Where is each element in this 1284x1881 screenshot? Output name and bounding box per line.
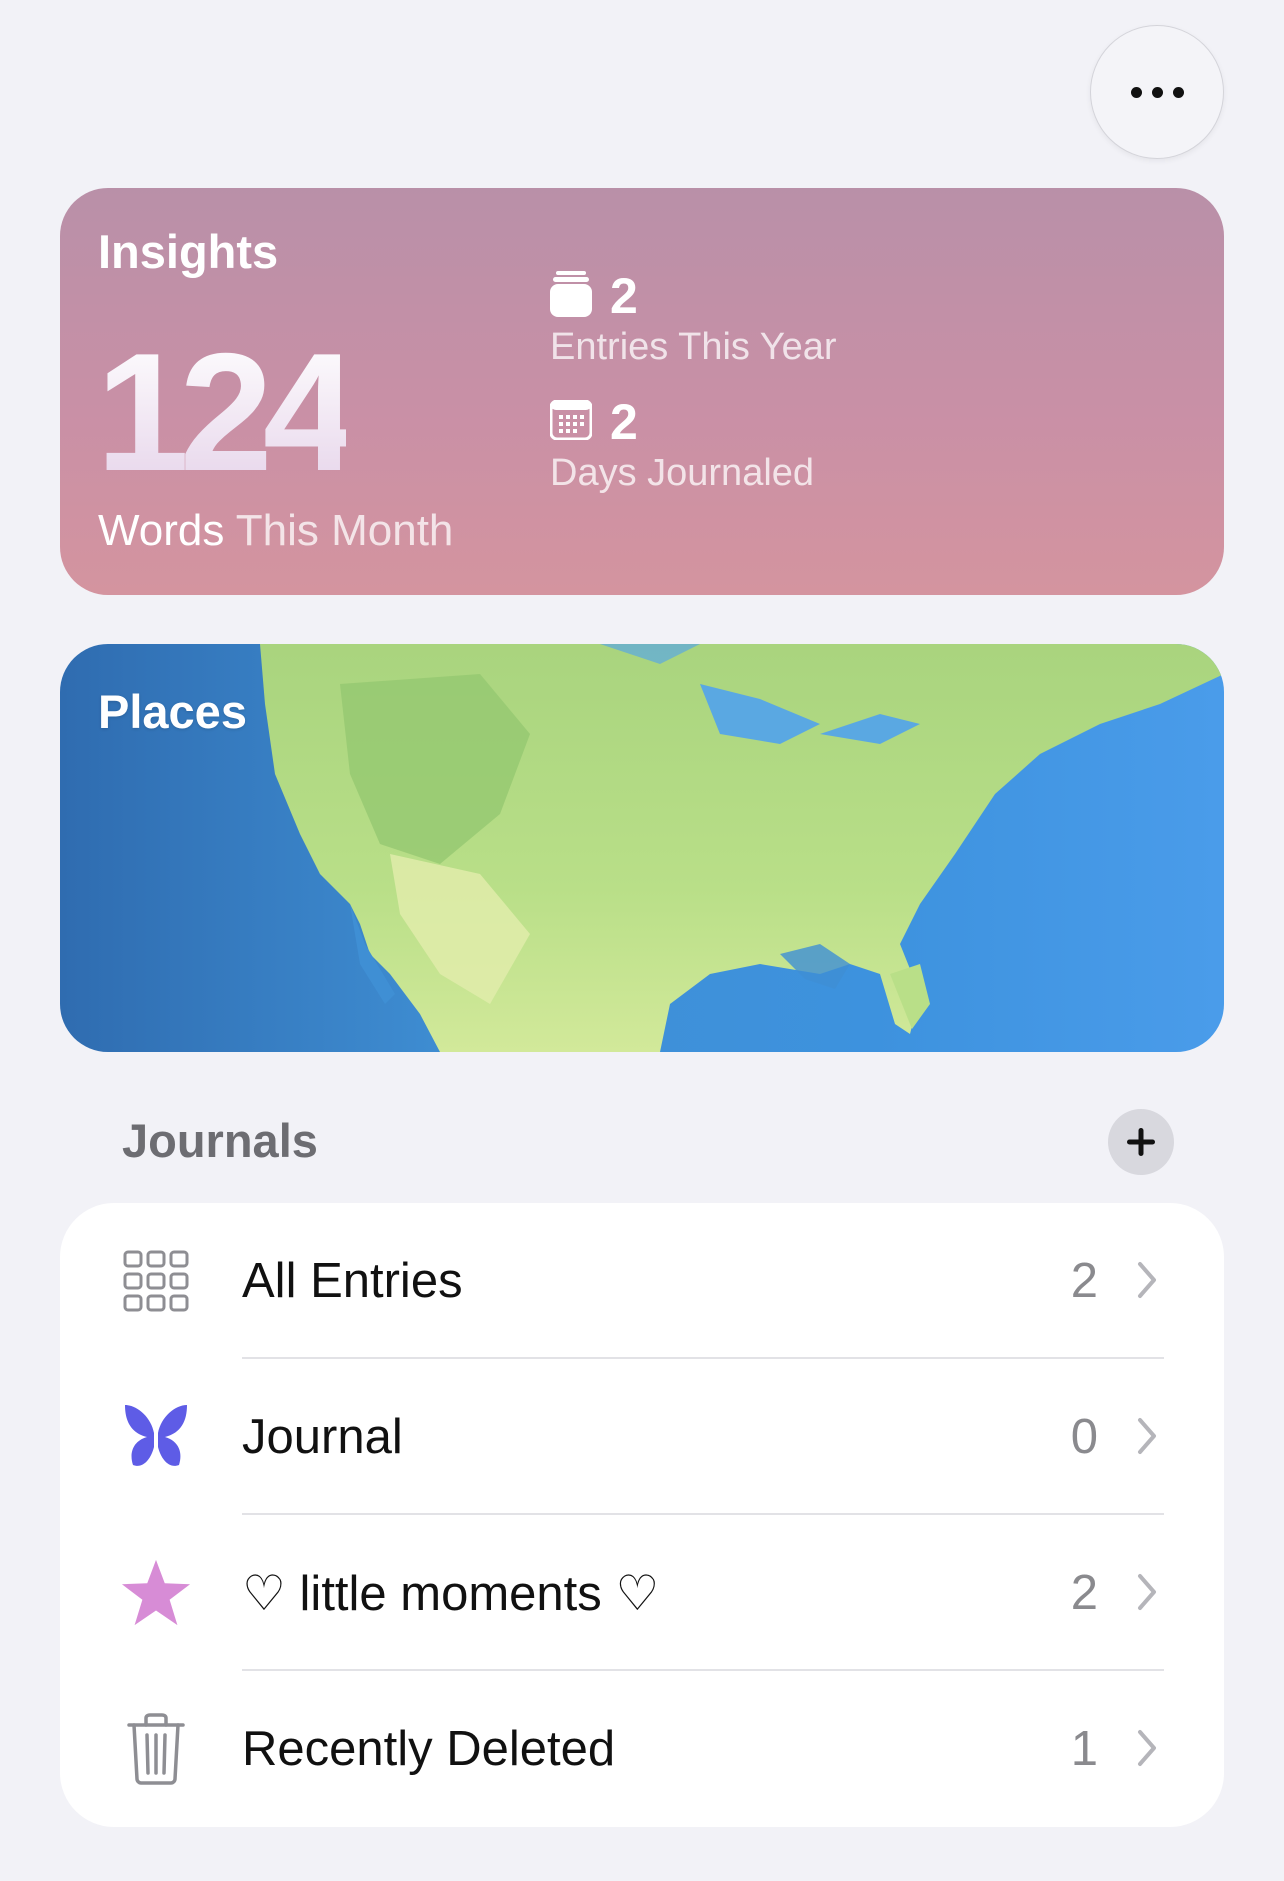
butterfly-icon <box>120 1401 192 1473</box>
entries-count: 2 <box>610 268 638 324</box>
insights-title: Insights <box>98 225 279 278</box>
chevron-right-icon <box>1138 1418 1156 1454</box>
journal-item-label: Recently Deleted <box>242 1722 616 1776</box>
stack-icon <box>550 270 592 322</box>
chevron-right-icon <box>1138 1574 1156 1610</box>
plus-icon <box>1127 1128 1155 1156</box>
journal-item-count: 2 <box>1070 1566 1098 1620</box>
chevron-right-icon <box>1138 1262 1156 1298</box>
journal-item-count: 2 <box>1070 1254 1098 1308</box>
insights-card[interactable]: Insights 124 Words This Month 2 Entries … <box>60 188 1224 595</box>
journal-item-label: Journal <box>242 1410 403 1464</box>
days-stat: 2 Days Journaled <box>549 394 815 495</box>
trash-icon <box>120 1713 192 1785</box>
days-label: Days Journaled <box>550 452 815 494</box>
words-label-period: This Month <box>235 506 454 555</box>
journal-item-label: ♡ little moments ♡ <box>242 1567 660 1621</box>
journal-item-journal[interactable]: Journal 0 <box>60 1359 1224 1515</box>
more-options-button[interactable] <box>1090 25 1224 159</box>
journals-header: Journals <box>122 1114 318 1167</box>
journal-item-all-entries[interactable]: All Entries 2 <box>60 1203 1224 1359</box>
places-title: Places <box>98 685 247 738</box>
add-journal-button[interactable] <box>1108 1109 1174 1175</box>
words-label: Words This Month <box>98 506 453 556</box>
ellipsis-icon <box>1130 86 1184 98</box>
chevron-right-icon <box>1138 1730 1156 1766</box>
journal-item-count: 0 <box>1070 1410 1098 1464</box>
entries-stat: 2 Entries This Year <box>550 268 837 369</box>
grid-icon <box>120 1245 192 1317</box>
places-card[interactable]: Places <box>60 644 1224 1052</box>
journal-item-count: 1 <box>1070 1722 1098 1776</box>
calendar-icon <box>549 399 593 445</box>
days-count: 2 <box>610 394 638 450</box>
words-label-word: Words <box>98 506 225 555</box>
journals-list: All Entries 2 Journal 0 ♡ little moments… <box>60 1203 1224 1827</box>
entries-label: Entries This Year <box>550 326 837 368</box>
journal-item-little-moments[interactable]: ♡ little moments ♡ 2 <box>60 1515 1224 1671</box>
journal-item-recently-deleted[interactable]: Recently Deleted 1 <box>60 1671 1224 1827</box>
words-count: 124 <box>96 318 356 506</box>
star-icon <box>120 1557 192 1629</box>
journal-item-label: All Entries <box>242 1254 463 1308</box>
